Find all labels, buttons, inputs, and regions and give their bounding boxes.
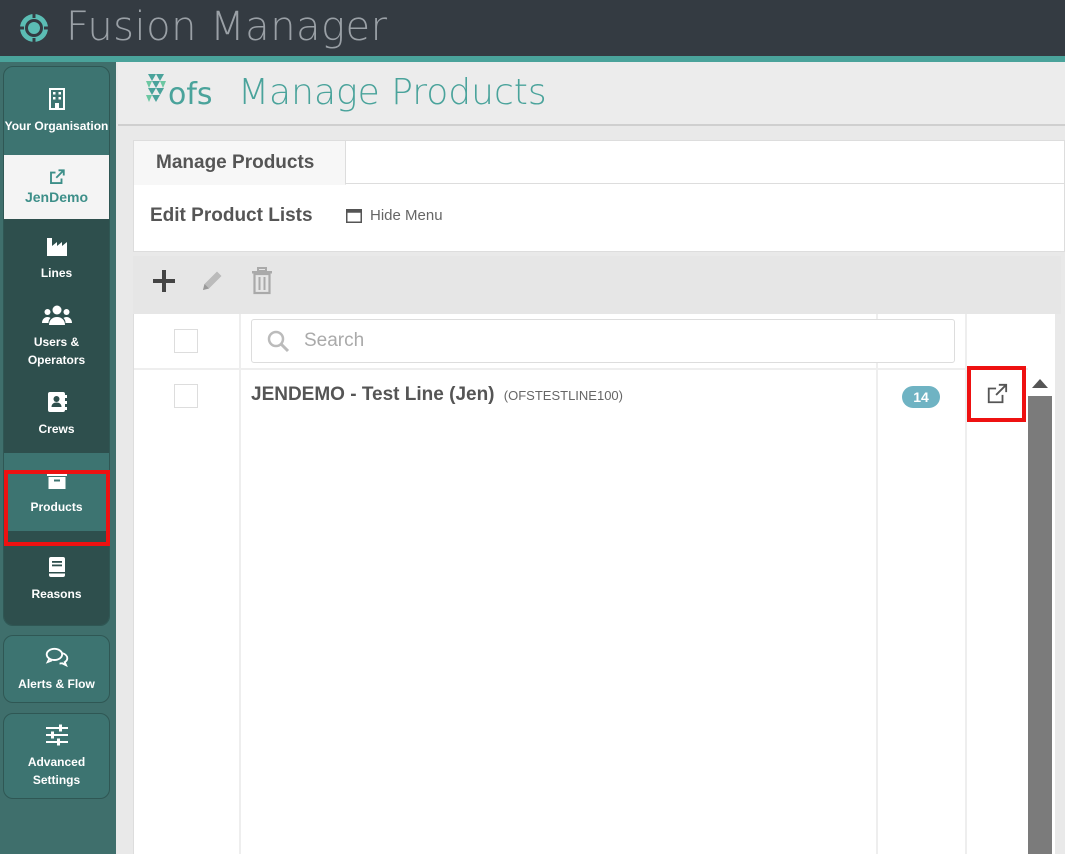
line-code: (OFSTESTLINE100) — [503, 388, 623, 403]
ofs-logo-icon: ofs — [146, 74, 213, 112]
line-name: JENDEMO - Test Line (Jen) — [251, 384, 495, 405]
page-title: Manage Products — [238, 72, 547, 113]
factory-icon — [46, 238, 67, 256]
gear-logo-icon — [19, 13, 49, 43]
product-lines-table: JENDEMO - Test Line (Jen) (OFSTESTLINE10… — [133, 314, 1055, 854]
chat-bubbles-icon — [45, 647, 68, 668]
column-divider — [239, 314, 241, 854]
search-icon — [267, 330, 290, 353]
hide-menu-label: Hide Menu — [370, 207, 443, 224]
sidebar-alerts-group: Alerts & Flow — [3, 635, 110, 703]
open-line-button[interactable] — [967, 366, 1026, 422]
window-icon — [346, 208, 362, 223]
external-link-icon — [49, 169, 65, 184]
add-icon[interactable] — [149, 266, 179, 296]
book-icon — [48, 557, 65, 577]
sidebar-item-users-operators[interactable]: Users & Operators — [4, 297, 109, 375]
sidebar-item-your-organisation[interactable]: Your Organisation — [4, 67, 109, 155]
address-book-icon — [47, 392, 67, 412]
select-all-checkbox[interactable] — [174, 329, 198, 353]
building-icon — [48, 88, 65, 110]
sidebar-item-crews[interactable]: Crews — [4, 375, 109, 453]
row-checkbox[interactable] — [174, 384, 198, 408]
external-link-icon — [987, 383, 1007, 404]
search-input[interactable] — [304, 330, 904, 352]
sidebar-item-label: Alerts & Flow — [18, 677, 95, 691]
row-divider — [134, 368, 1028, 370]
users-icon — [41, 305, 72, 325]
sidebar-settings-group: Advanced Settings — [3, 713, 110, 799]
sidebar-item-alerts-flow[interactable]: Alerts & Flow — [4, 636, 109, 702]
app-title: Fusion Manager — [66, 4, 388, 50]
sidebar-item-lines[interactable]: Lines — [4, 219, 109, 297]
products-highlight-box — [4, 470, 110, 546]
sidebar: Your Organisation JenDemo Lines Users & … — [0, 62, 116, 854]
sidebar-item-label: Lines — [40, 266, 73, 280]
sliders-icon — [45, 724, 68, 746]
table-row-line-name: JENDEMO - Test Line (Jen) (OFSTESTLINE10… — [251, 384, 623, 406]
product-count-badge: 14 — [902, 386, 940, 408]
section-title: Edit Product Lists — [150, 205, 313, 226]
sidebar-item-label: Your Organisation — [4, 119, 109, 133]
sidebar-item-label: Advanced Settings — [27, 755, 86, 787]
manage-products-panel: Manage Products Edit Product Lists Hide … — [133, 140, 1065, 252]
tab-divider — [346, 183, 1065, 184]
search-field[interactable] — [251, 319, 955, 363]
sidebar-item-label: Crews — [38, 422, 75, 436]
sidebar-item-label: Reasons — [31, 587, 82, 601]
scrollbar[interactable] — [1028, 374, 1052, 854]
page-header: ofs Manage Products — [118, 62, 1065, 126]
sidebar-item-label: JenDemo — [24, 189, 89, 205]
product-toolbar — [133, 256, 1061, 314]
app-topbar: Fusion Manager — [0, 0, 1065, 56]
sidebar-item-jendemo[interactable]: JenDemo — [4, 155, 109, 219]
scroll-up-arrow-icon[interactable] — [1032, 379, 1048, 388]
tab-manage-products[interactable]: Manage Products — [134, 141, 346, 185]
sidebar-item-label: Users & Operators — [27, 335, 86, 367]
trash-icon[interactable] — [247, 266, 277, 296]
ofs-logo-text: ofs — [168, 77, 213, 112]
hide-menu-button[interactable]: Hide Menu — [346, 207, 443, 224]
sidebar-item-advanced-settings[interactable]: Advanced Settings — [4, 714, 109, 798]
scrollbar-thumb[interactable] — [1028, 396, 1052, 854]
column-divider — [876, 314, 878, 854]
edit-pencil-icon[interactable] — [197, 266, 227, 296]
